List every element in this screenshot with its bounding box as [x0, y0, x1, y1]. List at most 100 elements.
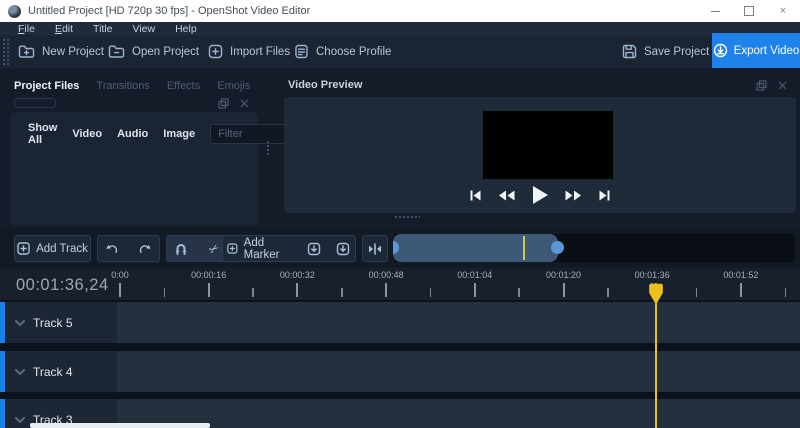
center-playhead-icon [369, 242, 381, 255]
track-menu-button[interactable] [15, 416, 25, 423]
ruler-tick-label: 00:00:32 [279, 270, 315, 280]
rewind-icon [499, 190, 515, 200]
tab-effects[interactable]: Effects [167, 80, 200, 92]
jump-start-icon [470, 190, 481, 200]
minimize-button[interactable] [698, 0, 732, 22]
menu-view[interactable]: View [123, 23, 166, 35]
vertical-splitter-handle[interactable] [266, 140, 271, 156]
import-files-label: Import Files [230, 45, 291, 58]
undo-button[interactable] [98, 236, 126, 261]
track-header: Track 4 [5, 351, 117, 392]
track-row: Track 5 [0, 302, 800, 343]
ruler-tick-label: 00:00:16 [191, 270, 227, 280]
ruler-tick-major [119, 283, 121, 297]
video-preview-title: Video Preview [288, 79, 363, 91]
next-marker-button[interactable] [332, 236, 355, 261]
tab-emojis[interactable]: Emojis [217, 80, 250, 92]
preview-panel-controls [756, 80, 788, 91]
folder-minus-icon [108, 45, 125, 58]
tab-project-files[interactable]: Project Files [14, 80, 79, 92]
track-lane[interactable] [117, 302, 800, 343]
track-header: Track 5 [5, 302, 117, 343]
filter-video-button[interactable]: Video [72, 128, 102, 140]
save-project-button[interactable]: Save Project [622, 35, 709, 68]
new-project-button[interactable]: New Project [18, 35, 104, 68]
snap-razor-group: ✂ [166, 235, 229, 262]
close-panel-icon[interactable] [777, 80, 788, 91]
horizontal-scrollbar[interactable] [30, 423, 210, 428]
close-button[interactable]: × [766, 0, 800, 22]
chevron-down-icon [15, 416, 25, 423]
marker-group: Add Marker [222, 235, 356, 262]
export-video-button[interactable]: Export Video [712, 33, 800, 68]
ruler-tick-label: 00:00:48 [368, 270, 404, 280]
timeline-zoom-slider[interactable] [393, 234, 795, 262]
add-marker-label: Add Marker [243, 236, 280, 261]
float-panel-icon[interactable] [218, 98, 229, 109]
maximize-icon [744, 6, 754, 16]
open-project-label: Open Project [132, 45, 200, 58]
jump-to-start-button[interactable] [469, 189, 482, 202]
openshot-logo-icon[interactable] [8, 4, 21, 18]
menu-help[interactable]: Help [165, 23, 207, 35]
snapping-toggle-button[interactable] [167, 236, 195, 261]
choose-profile-button[interactable]: Choose Profile [294, 35, 391, 68]
menu-title[interactable]: Title [83, 23, 122, 35]
zoom-slider-right-handle[interactable] [551, 241, 564, 254]
tab-transitions[interactable]: Transitions [96, 80, 149, 92]
playhead-marker[interactable] [648, 283, 664, 304]
ruler-tick-label: 00:01:20 [545, 270, 582, 280]
ruler-tick-minor [784, 288, 786, 297]
filter-image-button[interactable]: Image [163, 128, 195, 140]
center-playhead-button[interactable] [362, 235, 388, 262]
maximize-button[interactable] [732, 0, 766, 22]
main-toolbar: New Project Open Project Import Files Ch… [0, 35, 800, 68]
files-panel-title-handle[interactable] [14, 98, 56, 108]
choose-profile-label: Choose Profile [316, 45, 392, 58]
ruler-tick-minor [341, 288, 343, 297]
rewind-button[interactable] [498, 190, 515, 201]
fast-forward-button[interactable] [565, 190, 582, 201]
undo-redo-group [97, 235, 160, 262]
play-icon [533, 186, 548, 204]
zoom-slider-selection[interactable] [393, 234, 558, 262]
folder-plus-icon [18, 45, 35, 58]
open-project-button[interactable]: Open Project [108, 35, 199, 68]
razor-icon: ✂ [206, 239, 223, 258]
play-button[interactable] [531, 185, 549, 205]
openshot-window: Untitled Project [HD 720p 30 fps] - Open… [0, 0, 800, 428]
ruler-tick-major [296, 283, 299, 297]
jump-end-icon [599, 190, 610, 200]
track-menu-button[interactable] [15, 319, 25, 326]
profile-icon [295, 44, 308, 59]
current-time-display[interactable]: 00:01:36,24 [16, 276, 109, 295]
filter-audio-button[interactable]: Audio [117, 128, 148, 140]
project-files-list: Show All Video Audio Image [10, 112, 289, 226]
track-lane[interactable] [117, 351, 800, 392]
files-panel-tabs: Project Files Transitions Effects Emojis [14, 80, 250, 92]
import-files-button[interactable]: Import Files [208, 35, 290, 68]
add-marker-button[interactable]: Add Marker [223, 237, 296, 261]
toolbar-drag-handle[interactable] [2, 38, 9, 65]
ruler-tick-label: 00:01:36 [634, 270, 670, 280]
playback-controls [284, 185, 796, 205]
add-track-button[interactable]: Add Track [14, 235, 91, 262]
ruler-tick-major [739, 283, 742, 297]
close-panel-icon[interactable] [239, 98, 250, 109]
track-lane[interactable] [117, 399, 800, 428]
float-panel-icon[interactable] [756, 80, 767, 91]
timeline-ruler[interactable]: 00:01:36,24 0:00 00:00:16 00:00:32 00:00:48… [0, 268, 800, 300]
track-menu-button[interactable] [15, 368, 25, 375]
menu-file[interactable]: File [8, 23, 45, 35]
previous-marker-button[interactable] [302, 236, 325, 261]
redo-button[interactable] [132, 236, 160, 261]
video-frame [483, 111, 613, 179]
menu-edit[interactable]: Edit [45, 23, 83, 35]
ruler-tick-minor [429, 288, 432, 297]
jump-to-end-button[interactable] [598, 189, 611, 202]
ruler-tick-minor [518, 288, 520, 297]
filter-input[interactable] [210, 124, 289, 144]
filter-show-all-button[interactable]: Show All [28, 122, 57, 146]
ruler-tick-minor [695, 288, 698, 297]
horizontal-splitter-handle[interactable] [394, 215, 420, 220]
